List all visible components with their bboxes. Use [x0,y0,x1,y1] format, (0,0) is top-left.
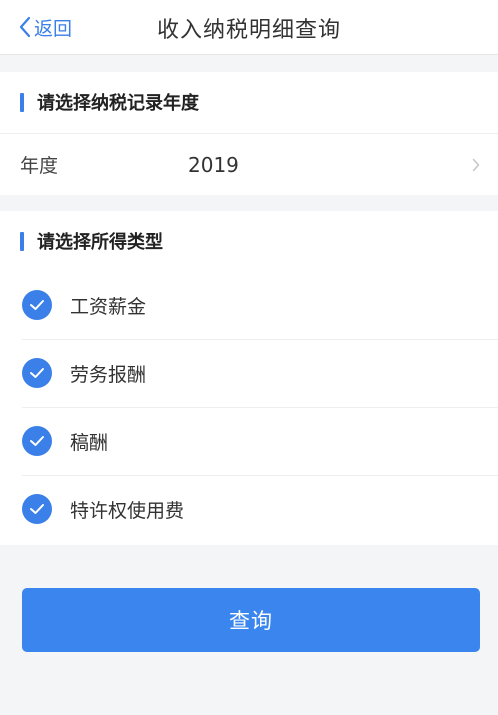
year-field-label: 年度 [20,155,59,177]
year-section-header: 请选择纳税记录年度 [0,72,498,132]
chevron-right-icon [472,158,480,172]
year-section: 请选择纳税记录年度 年度 2019 [0,72,498,195]
option-service-fees[interactable]: 劳务报酬 [0,339,498,407]
query-button-label: 查询 [229,609,273,633]
option-label: 特许权使用费 [70,499,185,522]
type-section-title: 请选择所得类型 [37,232,163,253]
option-label: 劳务报酬 [70,363,147,386]
navigation-bar: 返回 收入纳税明细查询 [0,0,498,55]
year-section-title: 请选择纳税记录年度 [37,93,199,114]
checkmark-circle-icon[interactable] [22,358,52,388]
option-label: 工资薪金 [70,295,147,318]
page-title: 收入纳税明细查询 [156,18,341,43]
option-franchise-fees[interactable]: 特许权使用费 [0,475,498,543]
year-selector[interactable]: 年度 2019 [0,133,498,195]
checkmark-circle-icon[interactable] [22,426,52,456]
query-button[interactable]: 查询 [22,588,480,652]
section-marker [20,92,24,112]
option-wages[interactable]: 工资薪金 [0,271,498,339]
option-royalties-manuscript[interactable]: 稿酬 [0,407,498,475]
section-marker [20,231,24,251]
checkmark-circle-icon[interactable] [22,290,52,320]
option-label: 稿酬 [70,431,109,454]
checkmark-circle-icon[interactable] [22,494,52,524]
year-value: 2019 [188,152,239,177]
income-type-section: 请选择所得类型 工资薪金 劳务报酬 稿酬 特许权使用费 [0,211,498,545]
type-section-header: 请选择所得类型 [0,211,498,271]
